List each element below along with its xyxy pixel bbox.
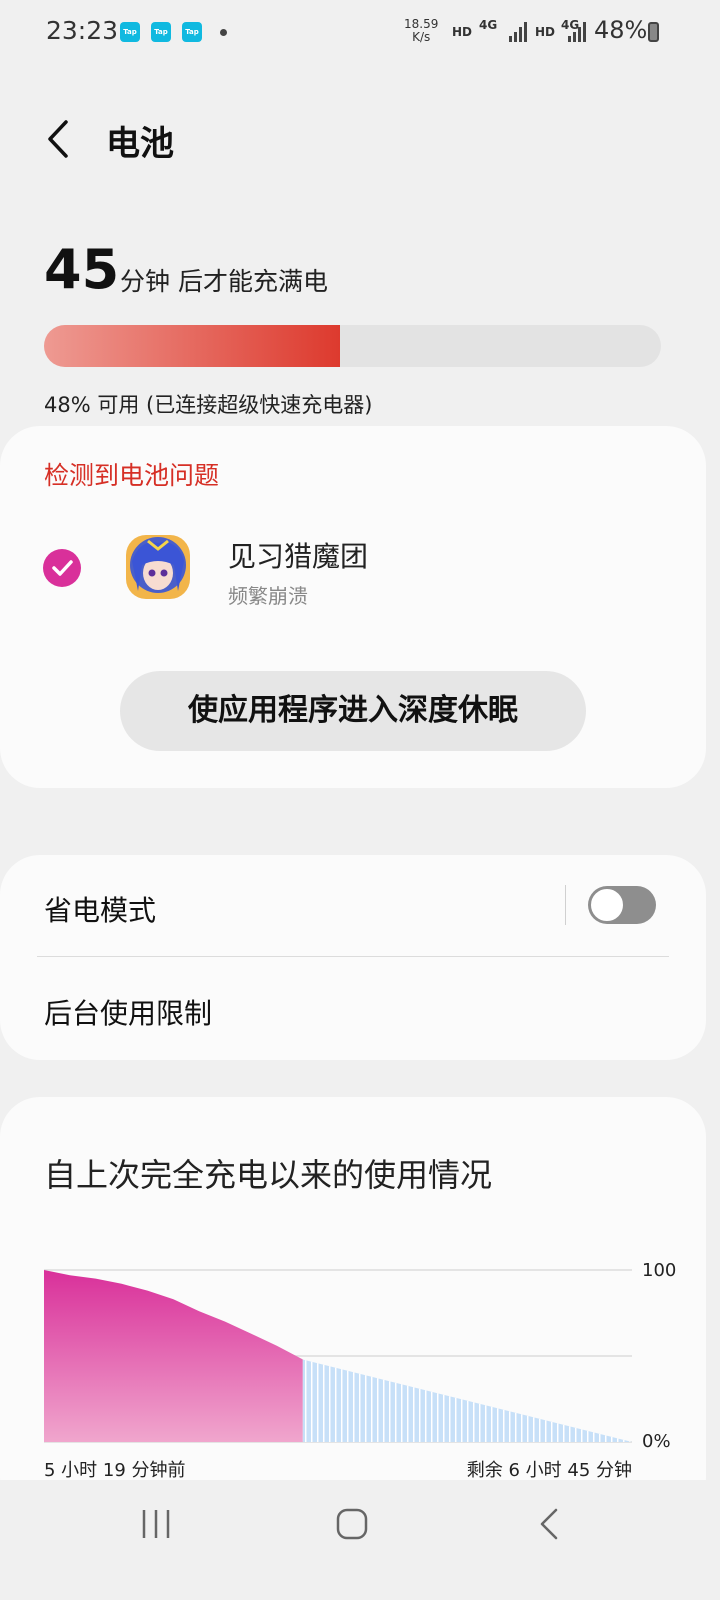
- network-speed: 18.59 K/s: [404, 18, 438, 44]
- charge-minutes: 45: [44, 238, 120, 301]
- projection-stripes: [304, 1360, 631, 1442]
- hd-label: HD: [535, 25, 556, 39]
- taptap-notification-icon: Tap: [120, 22, 140, 42]
- history-area: [44, 1270, 303, 1442]
- chevron-left-icon: [48, 120, 68, 158]
- battery-percent: 48%: [594, 16, 648, 44]
- usage-title: 自上次完全充电以来的使用情况: [44, 1156, 493, 1194]
- battery-level-fill: [44, 325, 341, 367]
- app-icon: [126, 535, 190, 599]
- y-tick-top: 100: [642, 1260, 677, 1281]
- app-icon-art: [126, 535, 190, 599]
- status-time: 23:23: [46, 16, 119, 45]
- app-checkbox[interactable]: [43, 549, 81, 587]
- battery-status: 48% 可用 (已连接超级快速充电器): [44, 393, 373, 417]
- app-name: 见习猎魔团: [228, 540, 369, 573]
- charge-text: 分钟 后才能充满电: [120, 267, 328, 296]
- check-icon: [52, 560, 73, 576]
- taptap-notification-icon: Tap: [151, 22, 171, 42]
- recents-icon[interactable]: [136, 1508, 176, 1540]
- power-saving-label[interactable]: 省电模式: [44, 889, 156, 929]
- network-type: 4G: [479, 18, 498, 32]
- more-notifications-icon: [220, 29, 227, 36]
- status-bar: 23:23 Tap Tap Tap 18.59 K/s HD 4G HD 4G …: [0, 0, 720, 64]
- issues-title: 检测到电池问题: [44, 461, 220, 490]
- home-icon[interactable]: [334, 1506, 370, 1542]
- deep-sleep-button[interactable]: 使应用程序进入深度休眠: [120, 671, 586, 751]
- app-issue: 频繁崩溃: [228, 584, 308, 608]
- divider: [565, 885, 566, 925]
- background-limits-item[interactable]: 后台使用限制: [44, 992, 212, 1032]
- battery-charging-icon: [648, 22, 659, 42]
- signal-icon: [509, 22, 527, 42]
- network-speed-unit: K/s: [412, 30, 431, 44]
- back-icon[interactable]: [534, 1506, 564, 1542]
- x-label-left: 5 小时 19 分钟前: [44, 1460, 186, 1481]
- x-label-right: 剩余 6 小时 45 分钟: [466, 1460, 632, 1481]
- back-button[interactable]: [38, 114, 82, 164]
- usage-chart: [44, 1269, 632, 1443]
- navigation-bar: [0, 1480, 720, 1600]
- toggle-knob: [589, 887, 625, 923]
- page-title: 电池: [106, 124, 174, 164]
- hd-label: HD: [452, 25, 473, 39]
- divider: [37, 956, 669, 957]
- y-tick-bottom: 0%: [642, 1431, 671, 1452]
- taptap-notification-icon: Tap: [182, 22, 202, 42]
- battery-level-bar: [44, 325, 661, 367]
- signal-icon: [568, 22, 586, 42]
- power-saving-toggle[interactable]: [588, 886, 656, 924]
